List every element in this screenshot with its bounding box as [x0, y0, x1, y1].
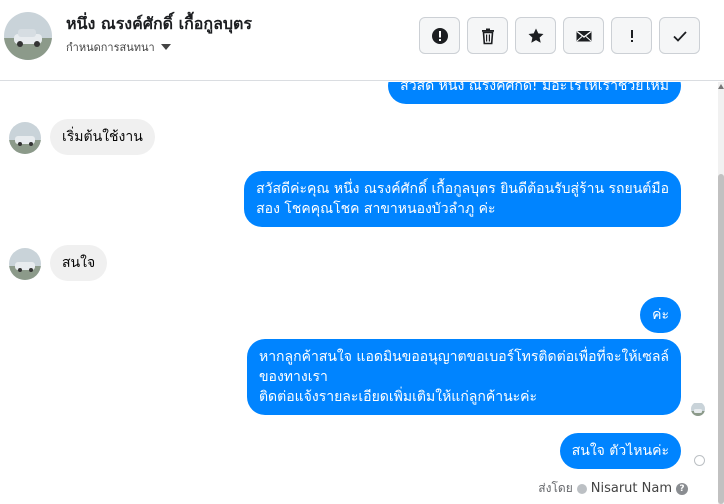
sender-name: Nisarut Nam — [590, 481, 672, 496]
sent-by-info: ส่งโดย Nisarut Nam ? — [538, 479, 688, 498]
contact-avatar-small — [9, 122, 41, 154]
mail-button[interactable] — [563, 17, 604, 54]
sender-dot-icon — [576, 483, 587, 494]
incoming-message[interactable]: เริ่มต้นใช้งาน — [50, 119, 155, 155]
sent-by-label: ส่งโดย — [538, 481, 573, 495]
outgoing-message[interactable]: สวัสดีค่ะคุณ หนึ่ง ณรงค์ศักดิ์ เกื้อกูลบ… — [244, 171, 681, 227]
outgoing-message[interactable]: หากลูกค้าสนใจ แอดมินขออนุญาตขอเบอร์โทรติ… — [246, 339, 681, 415]
contact-avatar[interactable] — [4, 12, 52, 60]
delete-button[interactable] — [467, 17, 508, 54]
caret-down-icon — [160, 44, 171, 50]
read-receipt-avatar — [691, 402, 705, 416]
schedule-label: กำหนดการสนทนา — [66, 41, 155, 54]
trash-icon — [481, 28, 494, 44]
header-toolbar — [419, 17, 700, 54]
incoming-message[interactable]: สนใจ — [50, 245, 108, 281]
exclamation-icon — [630, 29, 633, 42]
exclamation-circle-icon — [431, 27, 448, 44]
schedule-dropdown[interactable]: กำหนดการสนทนา — [66, 38, 171, 56]
report-button[interactable] — [419, 17, 460, 54]
scroll-up-arrow-icon[interactable] — [718, 84, 724, 89]
thread-scrollbar[interactable] — [718, 82, 724, 504]
conversation-header: หนึ่ง ณรงค์ศักดิ์ เกื้อกูลบุตร กำหนดการส… — [0, 0, 724, 81]
outgoing-message[interactable]: สวัสดี หนึ่ง ณรงค์ศักดิ์! มีอะไรให้เราช่… — [388, 82, 681, 104]
check-icon — [672, 30, 687, 42]
mark-important-button[interactable] — [611, 17, 652, 54]
scrollbar-thumb[interactable] — [718, 174, 724, 504]
contact-name[interactable]: หนึ่ง ณรงค์ศักดิ์ เกื้อกูลบุตร — [66, 12, 252, 37]
outgoing-message[interactable]: ค่ะ — [640, 297, 681, 333]
outgoing-message[interactable]: สนใจ ตัวไหนค่ะ — [559, 433, 681, 469]
message-thread[interactable]: สวัสดี หนึ่ง ณรงค์ศักดิ์! มีอะไรให้เราช่… — [0, 82, 718, 504]
help-icon[interactable]: ? — [676, 482, 688, 495]
delivered-icon — [694, 455, 705, 466]
contact-avatar-small — [9, 248, 41, 280]
envelope-icon — [576, 30, 591, 41]
star-button[interactable] — [515, 17, 556, 54]
star-icon — [528, 28, 543, 43]
mark-done-button[interactable] — [659, 17, 700, 54]
